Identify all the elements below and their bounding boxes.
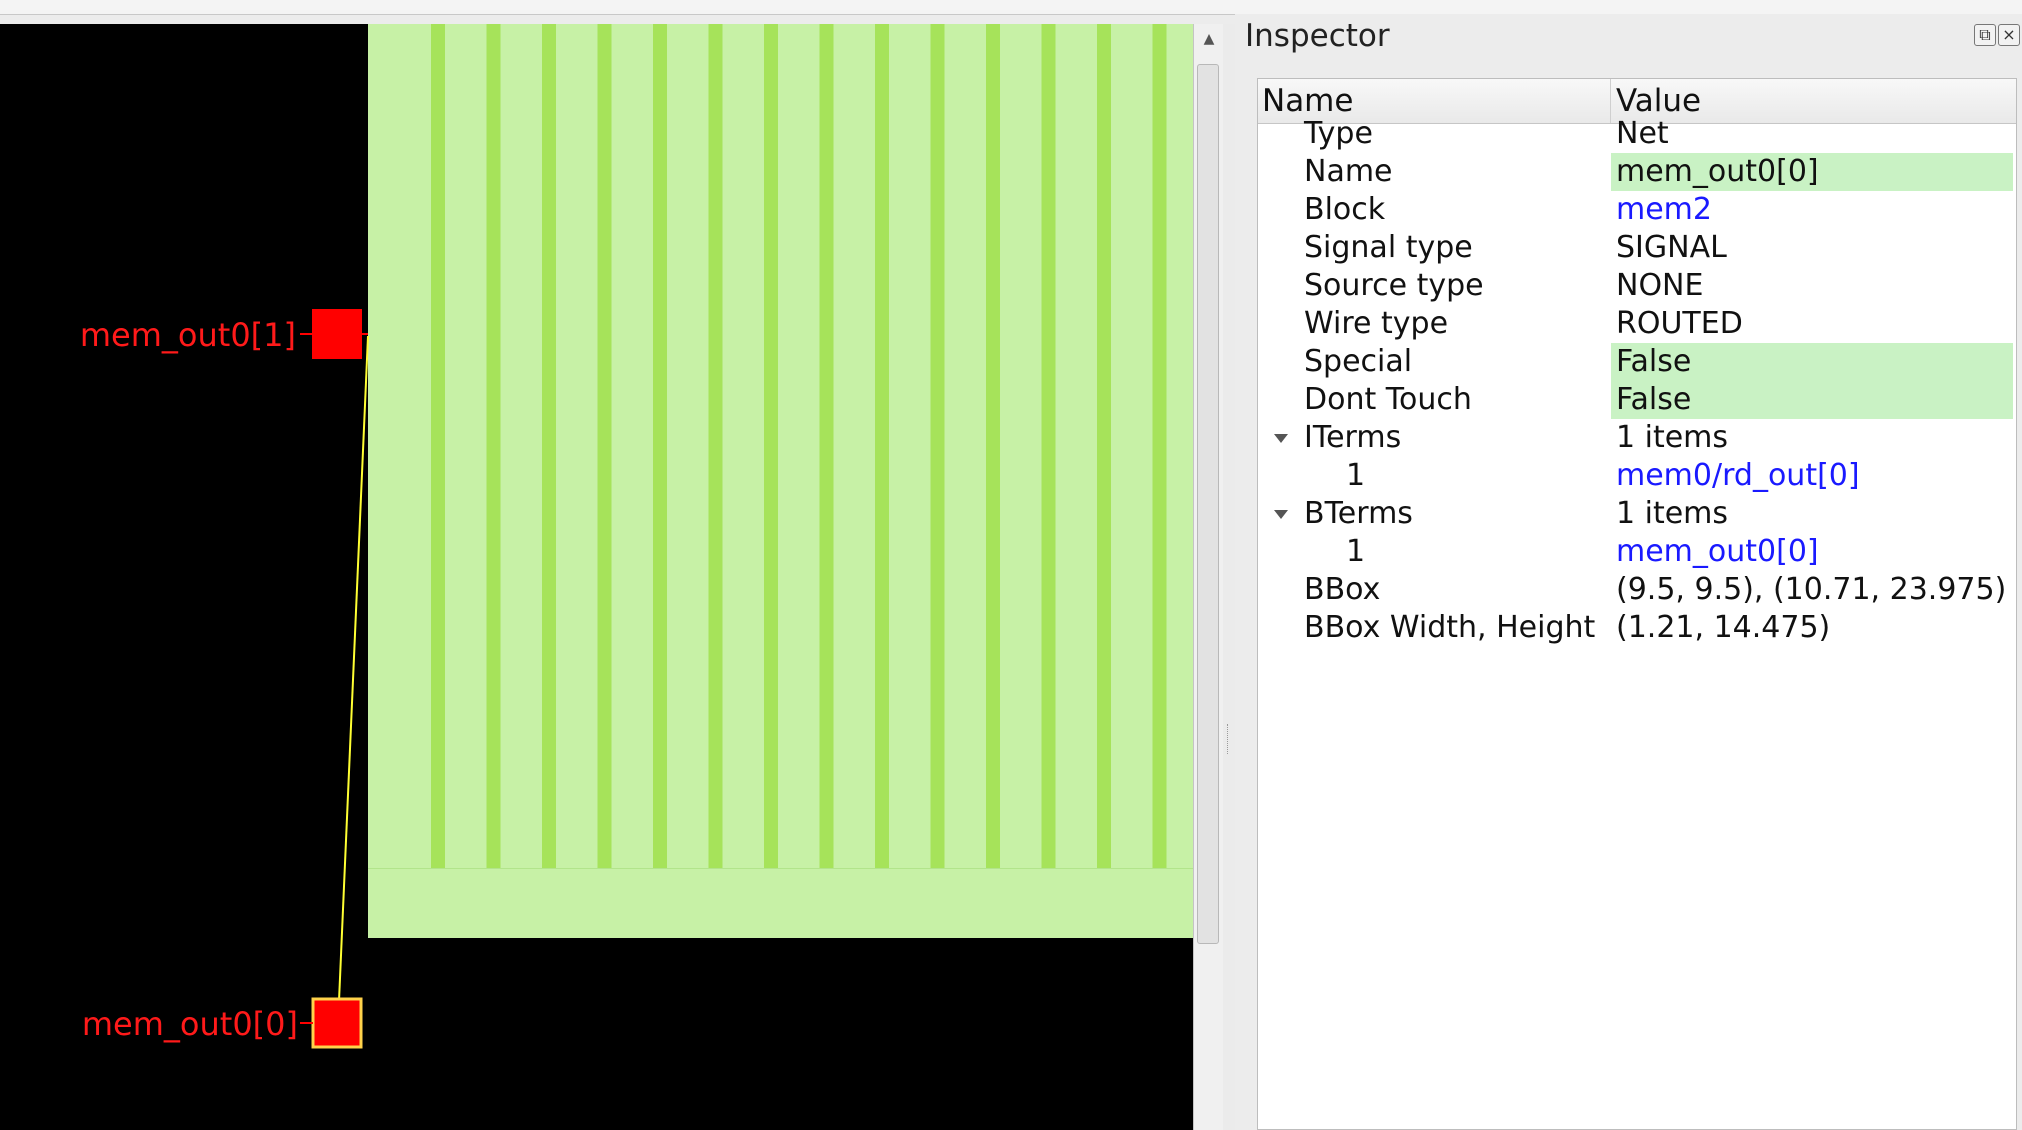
power-stripe <box>708 24 723 868</box>
property-name: Name <box>1304 154 1393 189</box>
property-name: Source type <box>1304 268 1484 303</box>
dock-controls: ⧉ × <box>1974 24 2020 46</box>
inspector-tree[interactable]: Name Value Type Net Name mem_out0[0] Blo… <box>1257 78 2017 1130</box>
property-name: BBox Width, Height <box>1304 610 1596 645</box>
scroll-up-arrow-icon[interactable]: ▲ <box>1195 24 1223 54</box>
property-name: BBox <box>1304 572 1381 607</box>
power-stripe <box>875 24 889 868</box>
power-stripe <box>486 24 501 868</box>
property-value: ROUTED <box>1616 306 1743 341</box>
tree-row-child[interactable]: 1 mem_out0[0] <box>1258 533 2016 571</box>
column-header-name[interactable]: Name <box>1262 83 1353 119</box>
inspector-title: Inspector <box>1245 18 1390 54</box>
tree-row[interactable]: Name mem_out0[0] <box>1258 153 2016 191</box>
property-name: Wire type <box>1304 306 1449 341</box>
float-icon[interactable]: ⧉ <box>1974 24 1996 46</box>
property-value: 1 items <box>1616 420 1729 455</box>
column-header-value[interactable]: Value <box>1616 83 1701 119</box>
pin-mem-out0-1[interactable]: mem_out0[1] <box>80 309 368 359</box>
tree-row[interactable]: Type Net <box>1258 115 2016 153</box>
power-stripe <box>597 24 612 868</box>
property-value-link[interactable]: mem0/rd_out[0] <box>1611 457 2013 495</box>
power-stripe <box>1097 24 1111 868</box>
power-stripe <box>1152 24 1167 868</box>
power-stripe <box>930 24 945 868</box>
property-name: Signal type <box>1304 230 1473 265</box>
tree-row[interactable]: Block mem2 <box>1258 191 2016 229</box>
property-name: BTerms <box>1304 496 1413 531</box>
tree-row[interactable]: Wire type ROUTED <box>1258 305 2016 343</box>
power-stripe <box>542 24 556 868</box>
tree-row[interactable]: Special False <box>1258 343 2016 381</box>
pin-mem-out0-0[interactable]: mem_out0[0] <box>82 997 363 1049</box>
property-value-editable[interactable]: mem_out0[0] <box>1611 153 2013 191</box>
property-value: SIGNAL <box>1616 230 1727 265</box>
power-stripe <box>1041 24 1056 868</box>
pin-label: mem_out0[0] <box>82 1005 298 1043</box>
top-toolbar-strip <box>0 0 2022 15</box>
property-name: ITerms <box>1304 420 1402 455</box>
property-value-editable[interactable]: False <box>1611 381 2013 419</box>
macro-instance[interactable] <box>368 24 1193 938</box>
tree-row[interactable]: Dont Touch False <box>1258 381 2016 419</box>
property-name: Dont Touch <box>1304 382 1472 417</box>
tree-row[interactable]: BBox Width, Height (1.21, 14.475) <box>1258 609 2016 647</box>
splitter-grip-icon <box>1227 724 1231 754</box>
power-stripe <box>653 24 667 868</box>
tree-row-bterms[interactable]: BTerms 1 items <box>1258 495 2016 533</box>
tree-row[interactable]: BBox (9.5, 9.5), (10.71, 23.975) <box>1258 571 2016 609</box>
property-value: NONE <box>1616 268 1704 303</box>
pin-label: mem_out0[1] <box>80 316 296 354</box>
tree-row-child[interactable]: 1 mem0/rd_out[0] <box>1258 457 2016 495</box>
dock-splitter[interactable] <box>1223 24 1235 1130</box>
expand-arrow-icon[interactable] <box>1274 510 1288 519</box>
property-value-editable[interactable]: False <box>1611 343 2013 381</box>
property-value-link[interactable]: mem2 <box>1611 191 2013 229</box>
property-value: (9.5, 9.5), (10.71, 23.975) <box>1616 572 2007 607</box>
property-value-link[interactable]: mem_out0[0] <box>1611 533 2013 571</box>
property-name: Special <box>1304 344 1413 379</box>
tree-row[interactable]: Source type NONE <box>1258 267 2016 305</box>
tree-row[interactable]: Signal type SIGNAL <box>1258 229 2016 267</box>
property-name: Block <box>1304 192 1386 227</box>
property-name: 1 <box>1346 534 1366 569</box>
power-stripe <box>819 24 834 868</box>
layout-canvas[interactable]: mem_out0[1] mem_out0[0] <box>0 24 1193 1130</box>
property-value: 1 items <box>1616 496 1729 531</box>
vertical-scrollbar[interactable]: ▲ <box>1193 24 1223 1130</box>
power-stripe <box>431 24 445 868</box>
property-name: Type <box>1304 116 1373 151</box>
power-stripe <box>764 24 778 868</box>
property-value: (1.21, 14.475) <box>1616 610 1831 645</box>
expand-arrow-icon[interactable] <box>1274 434 1288 443</box>
close-icon[interactable]: × <box>1998 24 2020 46</box>
power-stripe <box>986 24 1000 868</box>
scroll-thumb[interactable] <box>1197 64 1219 944</box>
inspector-panel: Inspector ⧉ × Name Value Type Net Name m… <box>1235 14 2022 1130</box>
property-name: 1 <box>1346 458 1366 493</box>
property-value: Net <box>1616 116 1669 151</box>
tree-row-iterms[interactable]: ITerms 1 items <box>1258 419 2016 457</box>
